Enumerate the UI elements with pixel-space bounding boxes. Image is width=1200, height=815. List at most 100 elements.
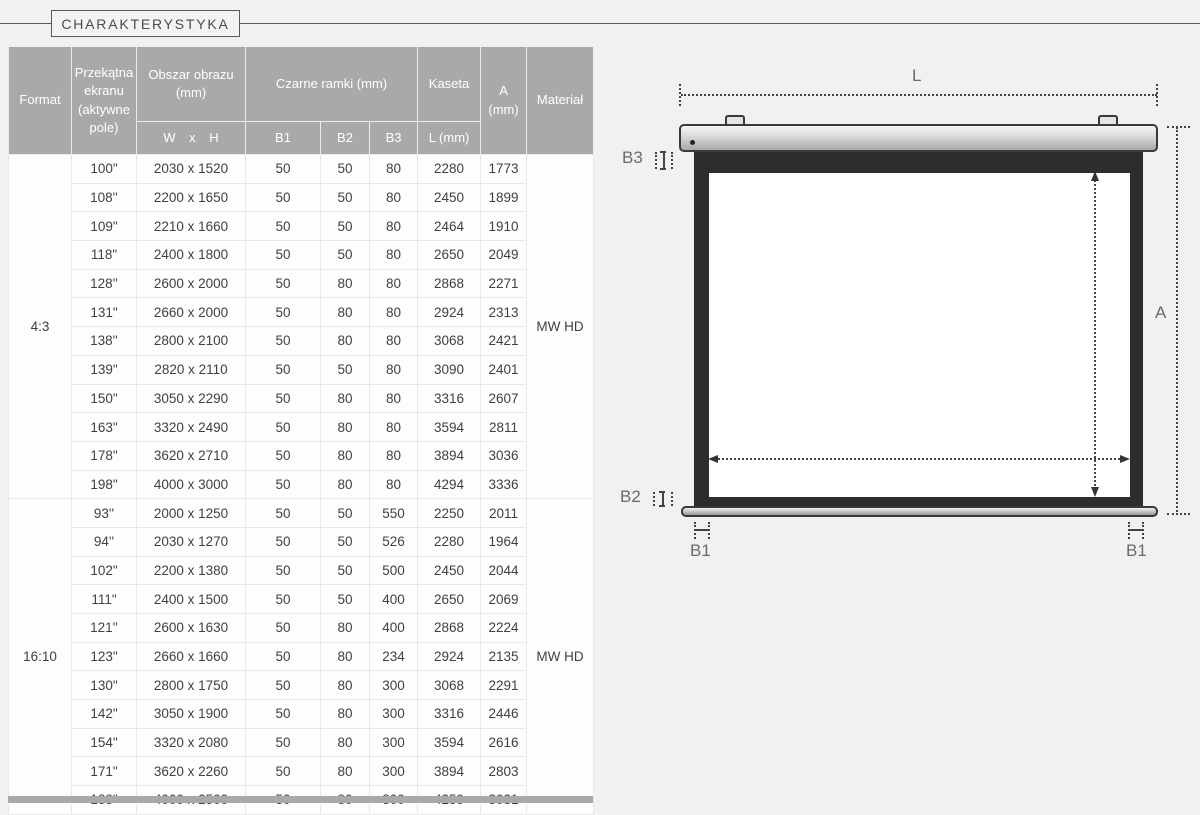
col-header-material: Materiał [527,47,594,155]
table-row: 139"2820 x 211050508030902401 [9,355,594,384]
b3-mark-left-dots [655,152,657,169]
h-arrow-down-icon [1091,487,1099,497]
b3-cell: 80 [370,269,418,298]
l-cell: 4294 [418,470,481,499]
l-cell: 2868 [418,614,481,643]
diagonal-cell: 142" [72,700,137,729]
table-row: 16:1093''2000 x 1250505055022502011MW HD [9,499,594,528]
l-cell: 2464 [418,212,481,241]
col-header-image-area: Obszar obrazu (mm) [137,47,246,122]
a-cell: 2446 [481,700,527,729]
table-row: 111"2400 x 1500505040026502069 [9,585,594,614]
b2-cell: 80 [321,470,370,499]
material-cell: MW HD [527,499,594,815]
b3-cell: 526 [370,527,418,556]
spec-table: Format Przekątna ekranu (aktywne pole) O… [8,46,594,815]
b3-cell: 80 [370,413,418,442]
a-cell: 2313 [481,298,527,327]
diagonal-cell: 154" [72,728,137,757]
b3-cell: 80 [370,155,418,184]
b1-cell: 50 [246,327,321,356]
l-cell: 3068 [418,327,481,356]
l-cell: 2450 [418,556,481,585]
b1-cell: 50 [246,671,321,700]
weight-bar [681,506,1158,517]
b2-cell: 80 [321,269,370,298]
a-dimension-tick-bottom [1167,513,1190,515]
a-cell: 2421 [481,327,527,356]
col-header-b2: B2 [321,122,370,155]
a-cell: 2291 [481,671,527,700]
table-row: 131"2660 x 200050808029242313 [9,298,594,327]
b2-cell: 50 [321,499,370,528]
l-cell: 2280 [418,527,481,556]
table-row: 128''2600 x 200050808028682271 [9,269,594,298]
b2-cell: 50 [321,355,370,384]
a-cell: 1964 [481,527,527,556]
image-area-cell: 2600 x 2000 [137,269,246,298]
l-dimension-tick-right [1156,84,1158,106]
format-cell: 4:3 [9,155,72,499]
a-dimension-tick-top [1167,126,1190,128]
image-area-cell: 2800 x 1750 [137,671,246,700]
a-cell: 2224 [481,614,527,643]
diagonal-cell: 118" [72,241,137,270]
b1-right-mark-bar [1129,529,1142,531]
header-row-1: Format Przekątna ekranu (aktywne pole) O… [9,47,594,122]
b2-mark-cap-bottom [659,505,665,507]
b2-cell: 50 [321,241,370,270]
b2-cell: 50 [321,212,370,241]
b3-cell: 80 [370,355,418,384]
diagonal-cell: 94'' [72,527,137,556]
b2-cell: 50 [321,585,370,614]
b2-cell: 50 [321,527,370,556]
b3-cell: 500 [370,556,418,585]
a-dimension-label: A [1155,303,1166,323]
col-header-format: Format [9,47,72,155]
b1-cell: 50 [246,470,321,499]
a-cell: 2135 [481,642,527,671]
l-dimension-tick-left [679,84,681,106]
image-area-cell: 2800 x 2100 [137,327,246,356]
l-dimension-line [681,94,1157,96]
a-cell: 1773 [481,155,527,184]
b3-cell: 80 [370,212,418,241]
b3-dimension-label: B3 [622,148,643,168]
b2-cell: 80 [321,671,370,700]
diagonal-cell: 178" [72,441,137,470]
a-cell: 2069 [481,585,527,614]
col-header-a: A (mm) [481,47,527,155]
b1-cell: 50 [246,556,321,585]
l-cell: 2924 [418,298,481,327]
b3-cell: 80 [370,327,418,356]
cassette-housing [679,124,1158,152]
col-header-diagonal: Przekątna ekranu (aktywne pole) [72,47,137,155]
b3-cell: 400 [370,585,418,614]
col-header-l: L (mm) [418,122,481,155]
diagonal-cell: 121'' [72,614,137,643]
b1-cell: 50 [246,757,321,786]
a-cell: 1910 [481,212,527,241]
b1-right-mark-right [1142,522,1144,539]
a-cell: 2049 [481,241,527,270]
table-row: 171"3620 x 2260508030038942803 [9,757,594,786]
image-area-cell: 2820 x 2110 [137,355,246,384]
table-row: 4:3100"2030 x 152050508022801773MW HD [9,155,594,184]
table-row: 198"4000 x 300050808042943336 [9,470,594,499]
b1-cell: 50 [246,241,321,270]
b3-mark-cap-bottom [660,168,666,170]
table-row: 130"2800 x 1750508030030682291 [9,671,594,700]
a-cell: 2401 [481,355,527,384]
diagonal-cell: 109" [72,212,137,241]
col-header-b1: B1 [246,122,321,155]
a-cell: 3336 [481,470,527,499]
image-area-cell: 2030 x 1520 [137,155,246,184]
next-section-header-peek [8,796,593,803]
image-area-cell: 2660 x 2000 [137,298,246,327]
b2-cell: 80 [321,614,370,643]
b2-dimension-label: B2 [620,487,641,507]
b2-cell: 50 [321,183,370,212]
b1-cell: 50 [246,614,321,643]
l-cell: 2650 [418,585,481,614]
diagonal-cell: 131" [72,298,137,327]
